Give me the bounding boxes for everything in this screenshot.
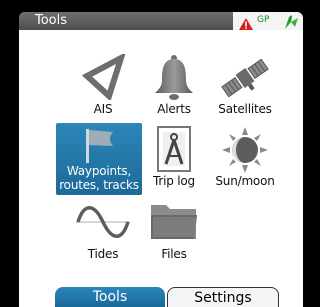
tile-tides[interactable]: Tides bbox=[66, 197, 140, 269]
tile-label: Sun/moon bbox=[215, 174, 275, 188]
screen: Tools GP AIS Alerts Satellites Waypoints… bbox=[0, 0, 320, 307]
satellite-icon bbox=[208, 54, 282, 102]
tile-label-line: routes, tracks bbox=[59, 178, 139, 192]
bell-icon bbox=[137, 54, 211, 102]
status-area: GP bbox=[233, 12, 303, 30]
tile-ais[interactable]: AIS bbox=[66, 52, 140, 124]
gps-status-label: GP bbox=[257, 15, 270, 25]
tile-label: Satellites bbox=[218, 102, 272, 116]
title-bar: Tools GP bbox=[19, 12, 303, 30]
tile-sun-moon[interactable]: Sun/moon bbox=[208, 124, 282, 196]
tools-dialog: Tools GP AIS Alerts Satellites Waypoints… bbox=[19, 12, 303, 307]
sine-wave-icon bbox=[66, 199, 140, 247]
tile-satellites[interactable]: Satellites bbox=[208, 52, 282, 124]
compass-divider-icon bbox=[137, 126, 211, 174]
folder-icon bbox=[137, 199, 211, 247]
tile-files[interactable]: Files bbox=[137, 197, 211, 269]
ais-icon bbox=[66, 54, 140, 102]
tile-label: Waypoints, routes, tracks bbox=[56, 164, 142, 192]
window-title: Tools bbox=[35, 13, 68, 28]
tile-trip-log[interactable]: Trip log bbox=[137, 124, 211, 196]
alarm-icon[interactable] bbox=[239, 15, 253, 34]
tile-label: Files bbox=[161, 247, 187, 261]
tab-settings[interactable]: Settings bbox=[167, 287, 279, 307]
tab-bar: Tools Settings bbox=[55, 287, 279, 307]
tile-waypoints-routes-tracks[interactable]: Waypoints, routes, tracks bbox=[56, 123, 142, 195]
sun-moon-icon bbox=[208, 126, 282, 174]
tile-label-line: Waypoints, bbox=[66, 164, 132, 178]
tile-alerts[interactable]: Alerts bbox=[137, 52, 211, 124]
vessel-icon bbox=[283, 14, 299, 33]
tab-tools[interactable]: Tools bbox=[55, 287, 165, 307]
